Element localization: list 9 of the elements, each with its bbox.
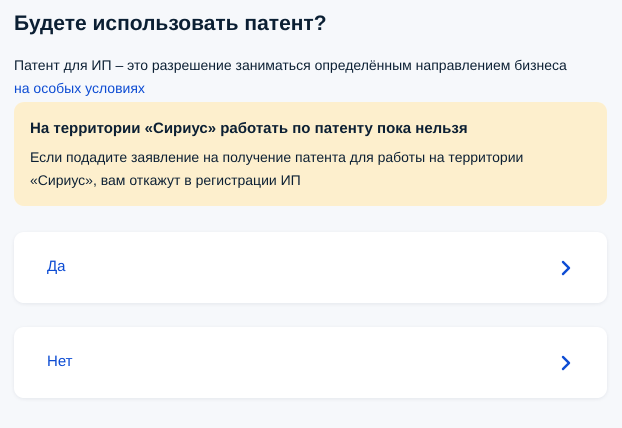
warning-title: На территории «Сириус» работать по патенту пока нельзя [30,119,469,139]
conditions-link[interactable]: на особых условиях [14,80,145,96]
chevron-icon [561,260,571,276]
page-title: Будете использовать патент? [14,11,328,37]
option-button[interactable]: Да [14,232,607,303]
option-button[interactable]: Нет [14,327,607,398]
description-text: Патент для ИП – это разрешение заниматься определённым направлением бизнеса на особых условиях [14,56,568,98]
chevron-icon [561,354,571,370]
warning-text: Если подадите заявление на получение патента для работы на территории «Сириус», вам откажут в регистрации ИП [30,148,524,190]
